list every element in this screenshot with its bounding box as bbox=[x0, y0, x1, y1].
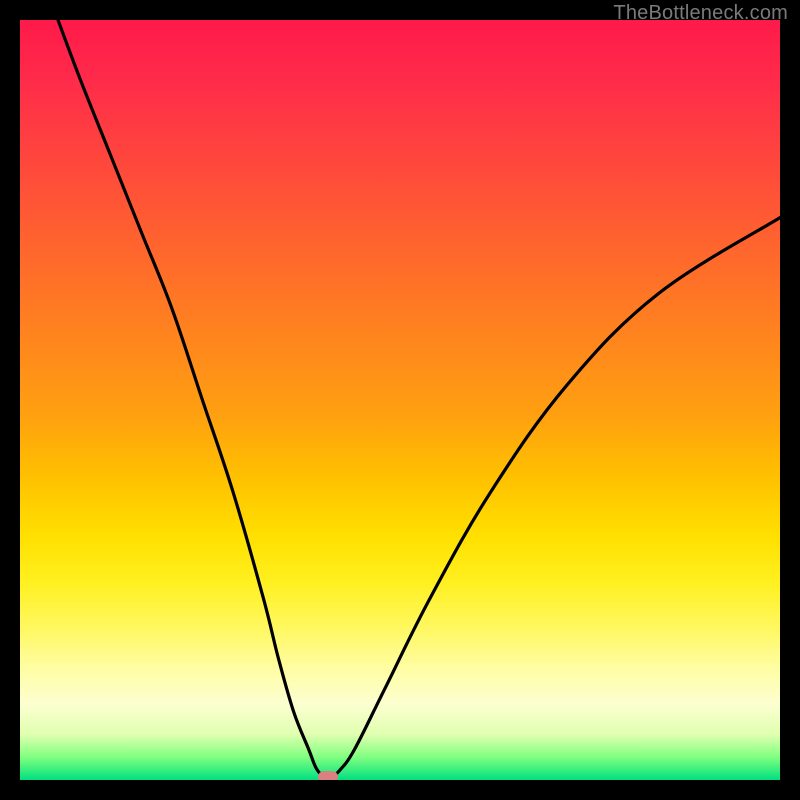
optimal-point-marker bbox=[318, 771, 338, 780]
curve-layer bbox=[20, 20, 780, 780]
chart-frame: TheBottleneck.com bbox=[0, 0, 800, 800]
plot-area bbox=[20, 20, 780, 780]
bottleneck-curve bbox=[58, 20, 780, 777]
